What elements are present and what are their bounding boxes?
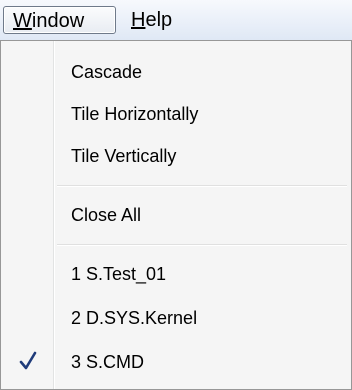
menu-item-cascade[interactable]: Cascade bbox=[4, 51, 348, 93]
menu-window-mnemonic: W bbox=[13, 10, 32, 32]
menu-item-label: Cascade bbox=[71, 62, 143, 82]
menu-window-label: indow bbox=[31, 10, 85, 32]
menu-item-tile-horizontally[interactable]: Tile Horizontally bbox=[4, 93, 348, 135]
menu-item-window-3[interactable]: 3 S.CMD bbox=[4, 341, 348, 383]
menu-item-tile-vertically[interactable]: Tile Vertically bbox=[4, 135, 348, 177]
menu-item-label: 3 S.CMD bbox=[71, 352, 145, 372]
window-dropdown-menu: Cascade Tile Horizontally Tile Verticall… bbox=[0, 40, 352, 390]
menu-help-label: elp bbox=[145, 9, 173, 31]
menu-bar: Window Help bbox=[0, 0, 352, 40]
menu-help[interactable]: Help bbox=[126, 6, 186, 34]
menu-separator bbox=[57, 244, 347, 246]
menu-item-label: 2 D.SYS.Kernel bbox=[71, 308, 198, 328]
menu-separator bbox=[57, 185, 347, 187]
menu-item-close-all[interactable]: Close All bbox=[4, 194, 348, 236]
menu-item-label: 1 S.Test_01 bbox=[71, 264, 167, 284]
menu-item-label: Tile Horizontally bbox=[71, 104, 199, 124]
menu-window[interactable]: Window bbox=[3, 6, 116, 34]
checkmark-icon bbox=[19, 351, 37, 370]
menu-help-mnemonic: H bbox=[131, 9, 146, 31]
menu-item-window-2[interactable]: 2 D.SYS.Kernel bbox=[4, 297, 348, 339]
menu-item-label: Close All bbox=[71, 205, 142, 225]
menu-item-window-1[interactable]: 1 S.Test_01 bbox=[4, 253, 348, 295]
menu-item-label: Tile Vertically bbox=[71, 146, 177, 166]
